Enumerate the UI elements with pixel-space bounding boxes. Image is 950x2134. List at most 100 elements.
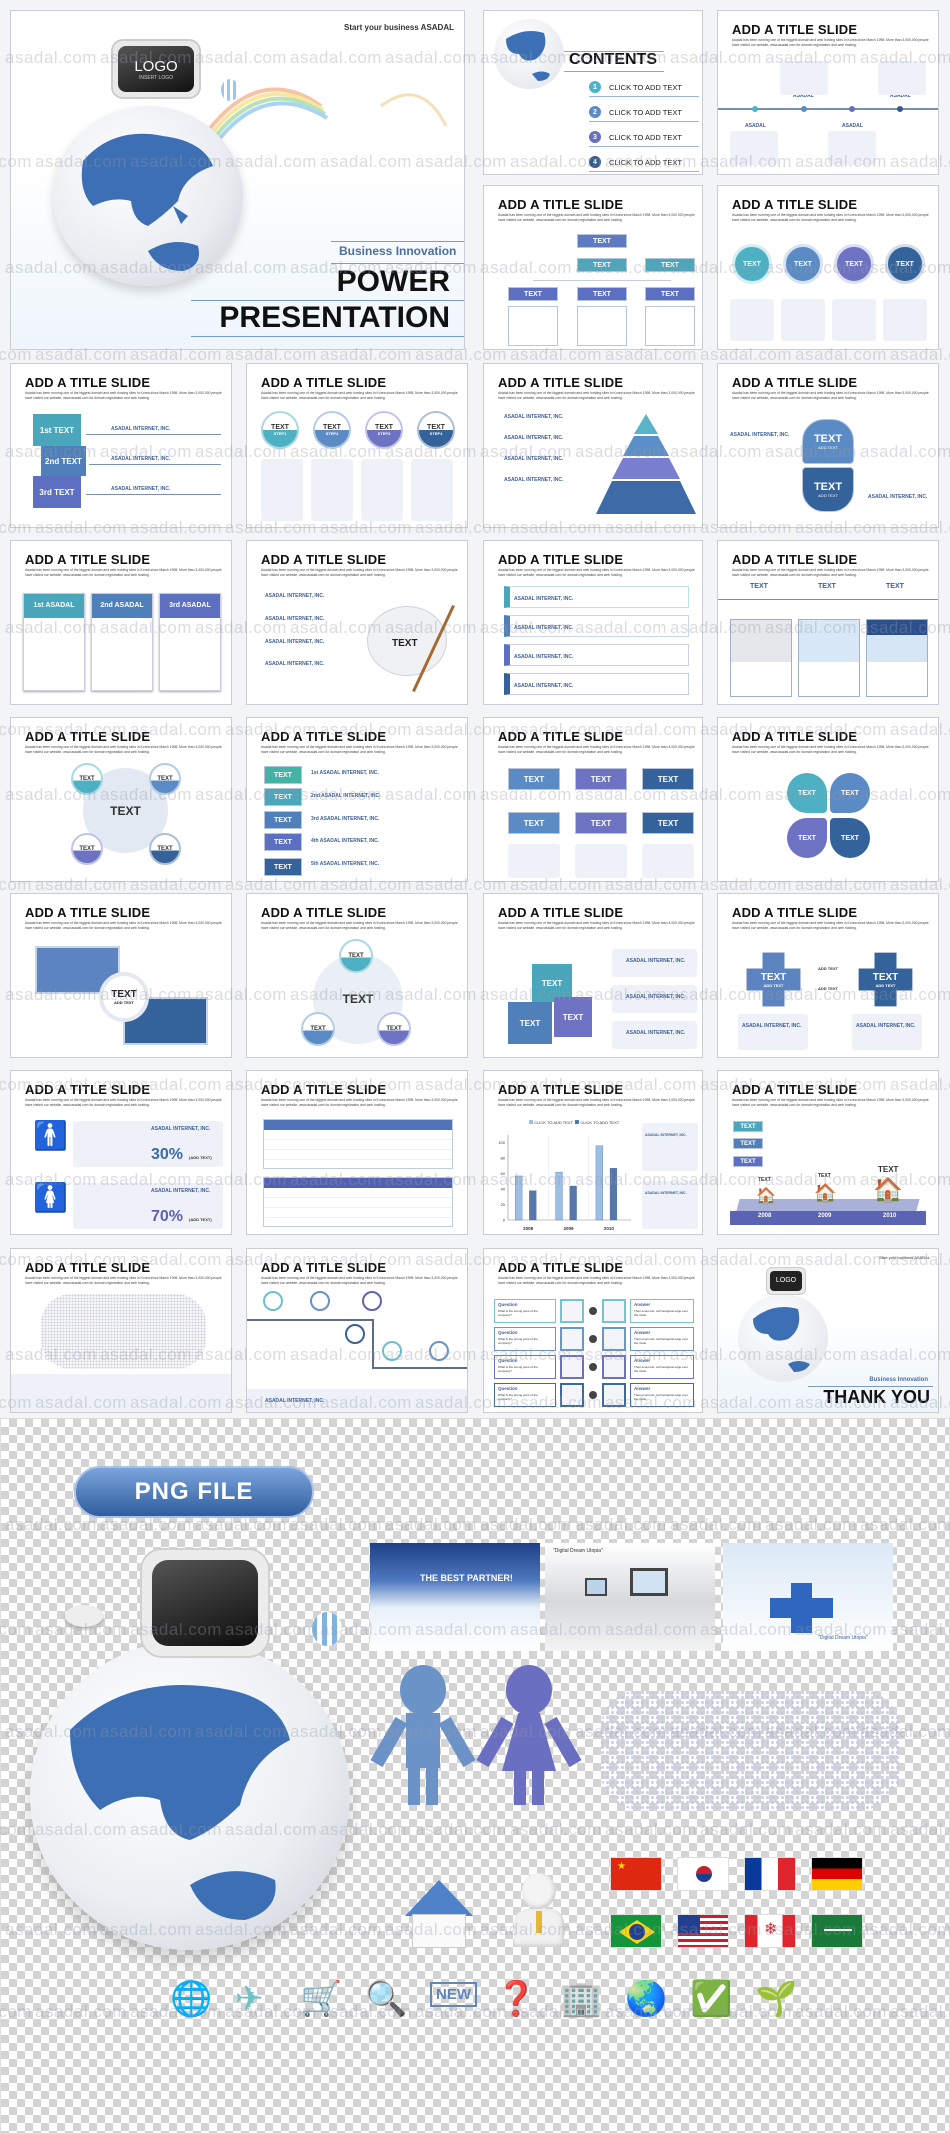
logo-text: LOGO [134,57,178,75]
contents-label-4: CLICK TO ADD TEXT [609,158,682,167]
cycle-node-4[interactable]: TEXT [149,833,181,865]
bubble-3[interactable]: TEXT [834,244,874,284]
bubble-1[interactable]: TEXT [732,244,772,284]
slide-org-chart[interactable]: ADD A TITLE SLIDE Asadal has been runnin… [483,185,703,350]
new-icon: NEW [430,1982,477,2007]
capsule-top[interactable]: TEXT ADD TEXT [802,419,854,464]
thanks-globe [738,1294,828,1382]
slide-pyramid[interactable]: ADD A TITLE SLIDE Asadal has been runnin… [483,363,703,528]
question-box[interactable]: Question What is the strong point of the… [494,1327,556,1351]
slide-thank-you[interactable]: Start your business ASADAL LOGO Business… [717,1248,939,1413]
slide-contents[interactable]: CONTENTS 1 CLICK TO ADD TEXT 2 CLICK TO … [483,10,703,175]
slide-subtitle: Asadal has been running one of the bigge… [25,745,222,754]
org-node-mid[interactable]: TEXT [577,258,627,272]
step-1[interactable]: TEXT STEP1 [261,411,299,449]
slide-cover[interactable]: Start your business ASADAL LOGO INSERT L… [10,10,465,350]
cycle-node-2[interactable]: TEXT [149,763,181,795]
slide-triangle-cycle[interactable]: ADD A TITLE SLIDE Asadal has been runnin… [246,893,468,1058]
slide-capsule[interactable]: ADD A TITLE SLIDE Asadal has been runnin… [717,363,939,528]
capsule-bottom[interactable]: TEXT ADD TEXT [802,467,854,512]
flag-korea-icon [677,1857,729,1891]
slide-crosses[interactable]: ADD A TITLE SLIDE Asadal has been runnin… [717,893,939,1058]
slide-qa[interactable]: ADD A TITLE SLIDE Asadal has been runnin… [483,1248,703,1413]
slide-steps[interactable]: ADD A TITLE SLIDE Asadal has been runnin… [246,363,468,528]
slide-subtitle: Asadal has been running one of the bigge… [25,568,222,577]
cycle-node-1[interactable]: TEXT [71,763,103,795]
bar [595,1145,603,1221]
slide-timeline[interactable]: ADD A TITLE SLIDE Asadal has been runnin… [717,10,939,175]
pyramid-caption-1: ASADAL INTERNET, INC. [504,414,564,420]
slide-calendars[interactable]: ADD A TITLE SLIDE Asadal has been runnin… [10,540,232,705]
slide-people-stats[interactable]: ADD A TITLE SLIDE Asadal has been runnin… [10,1070,232,1235]
slide-cubes-list[interactable]: ADD A TITLE SLIDE Asadal has been runnin… [10,363,232,528]
answer-box[interactable]: Answer Their economic, technological edg… [630,1383,694,1407]
slide-arrows-boxes[interactable]: ADD A TITLE SLIDE Asadal has been runnin… [483,717,703,882]
slide-world-map[interactable]: ADD A TITLE SLIDE Asadal has been runnin… [10,1248,232,1413]
slide-houses[interactable]: ADD A TITLE SLIDE Asadal has been runnin… [717,1070,939,1235]
check-cubes-icon: ✅ [690,1980,733,2018]
slide-title: ADD A TITLE SLIDE [732,375,858,390]
contents-item-2[interactable]: 2 CLICK TO ADD TEXT [589,106,699,122]
slide-subtitle: Asadal has been running one of the bigge… [25,921,222,930]
org-node-leaf-2[interactable]: TEXT [577,287,627,301]
slide-stacked-cubes[interactable]: ADD A TITLE SLIDE Asadal has been runnin… [483,893,703,1058]
answer-icon [602,1327,626,1351]
timeline-note-4 [878,61,926,95]
step-3[interactable]: TEXT STEP3 [365,411,403,449]
slide-subtitle: Asadal has been running one of the bigge… [261,1276,458,1285]
org-node-leaf-1[interactable]: TEXT [508,287,558,301]
logo-monitor: LOGO INSERT LOGO [111,39,201,99]
slide-subtitle: Asadal has been running one of the bigge… [25,1276,222,1285]
question-icon [560,1355,584,1379]
answer-box[interactable]: Answer Their economic, technological edg… [630,1299,694,1323]
slide-tables[interactable]: ADD A TITLE SLIDE Asadal has been runnin… [246,1070,468,1235]
answer-box[interactable]: Answer Their economic, technological edg… [630,1355,694,1379]
slide-subtitle: Asadal has been running one of the bigge… [732,213,929,222]
slide-bar-chart[interactable]: ADD A TITLE SLIDE Asadal has been runnin… [483,1070,703,1235]
slide-process-icons[interactable]: ADD A TITLE SLIDE Asadal has been runnin… [246,1248,468,1413]
slide-title: ADD A TITLE SLIDE [261,552,387,567]
step-4[interactable]: TEXT STEP4 [417,411,455,449]
cube-2: 2nd TEXT [41,446,86,476]
step-2[interactable]: TEXT STEP2 [313,411,351,449]
answer-box[interactable]: Answer Their economic, technological edg… [630,1327,694,1351]
x-tick-label: 2008 [523,1226,534,1231]
slide-five-list[interactable]: ADD A TITLE SLIDE Asadal has been runnin… [246,717,468,882]
contents-item-3[interactable]: 3 CLICK TO ADD TEXT [589,131,699,147]
slide-bubbles[interactable]: ADD A TITLE SLIDE Asadal has been runnin… [717,185,939,350]
bar [569,1185,577,1221]
thanks-logo-monitor: LOGO [766,1267,806,1295]
slide-cycle[interactable]: ADD A TITLE SLIDE Asadal has been runnin… [10,717,232,882]
slide-palette[interactable]: ADD A TITLE SLIDE Asadal has been runnin… [246,540,468,705]
timeline-note-2 [780,61,828,95]
question-box[interactable]: Question What is the strong point of the… [494,1299,556,1323]
slide-title: ADD A TITLE SLIDE [732,1082,858,1097]
globe-network-icon: 🌏 [625,1980,668,2018]
slide-subtitle: Asadal has been running one of the bigge… [498,568,695,577]
slide-clover[interactable]: ADD A TITLE SLIDE Asadal has been runnin… [717,717,939,882]
arrow-icon [589,1307,597,1315]
slide-list-icons[interactable]: ADD A TITLE SLIDE Asadal has been runnin… [483,540,703,705]
cycle-node-3[interactable]: TEXT [71,833,103,865]
contents-label-2: CLICK TO ADD TEXT [609,108,682,117]
question-box[interactable]: Question What is the strong point of the… [494,1383,556,1407]
slide-title: ADD A TITLE SLIDE [732,552,858,567]
bubble-2[interactable]: TEXT [783,244,823,284]
slide-photo-timeline[interactable]: ADD A TITLE SLIDE Asadal has been runnin… [717,540,939,705]
org-node-leaf-3[interactable]: TEXT [645,287,695,301]
slide-two-cards[interactable]: ADD A TITLE SLIDE Asadal has been runnin… [10,893,232,1058]
globe-illustration [53,106,243,286]
contents-item-4[interactable]: 4 CLICK TO ADD TEXT [589,156,699,172]
person-male-asset [370,1665,476,1805]
pyramid-caption-2: ASADAL INTERNET, INC. [504,435,564,441]
photo-digital-utopia-2: "Digital Dream Utopia" [723,1543,893,1651]
y-tick-label: 60 [501,1171,506,1176]
palette-text: TEXT [392,638,418,649]
org-node-side[interactable]: TEXT [645,258,695,272]
org-node-top[interactable]: TEXT [577,234,627,248]
bubble-4[interactable]: TEXT [885,244,925,284]
contents-item-1[interactable]: 1 CLICK TO ADD TEXT [589,81,699,97]
thanks-title: THANK YOU [823,1387,930,1407]
question-box[interactable]: Question What is the strong point of the… [494,1355,556,1379]
calendar-card-2: 2nd ASADAL [91,593,153,691]
